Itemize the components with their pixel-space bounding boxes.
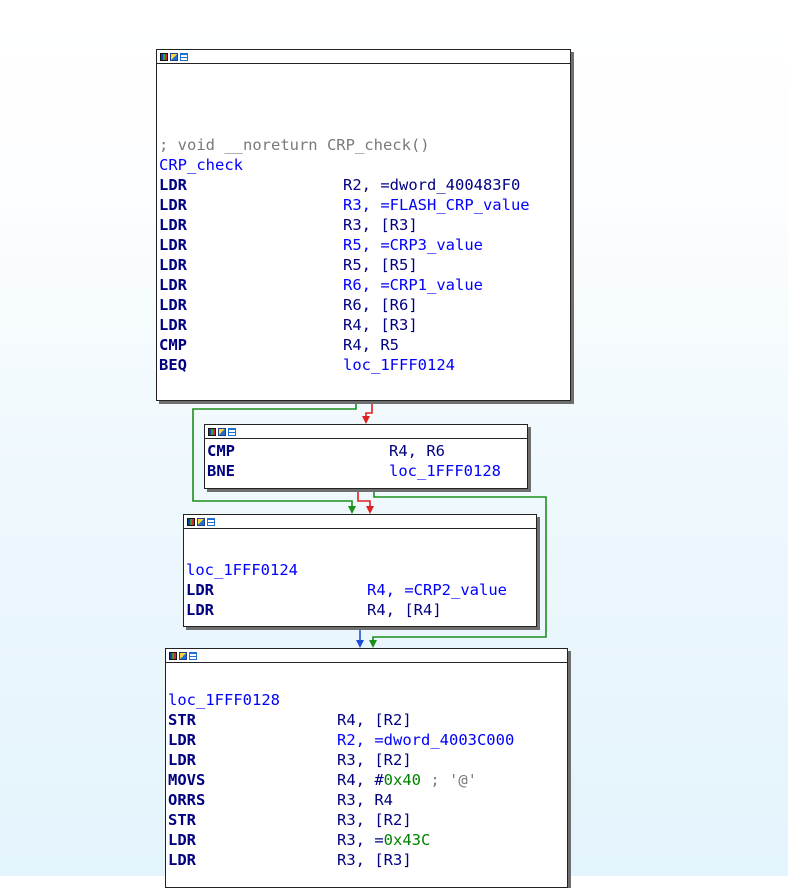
edit-icon[interactable] — [170, 52, 178, 61]
instruction-row[interactable]: STR R3, [R2] — [168, 811, 566, 830]
block-label[interactable]: loc_1FFF0128 — [168, 691, 280, 710]
grid-icon[interactable] — [228, 427, 236, 436]
edit-icon[interactable] — [179, 651, 187, 660]
instruction-row[interactable]: LDR R5, [R5] — [159, 256, 569, 275]
instruction-row[interactable]: CMP R4, R6 — [207, 442, 527, 461]
instruction-row[interactable]: LDR R4, [R4] — [186, 601, 536, 620]
instruction-row[interactable]: MOVS R4, #0x40 ; '@' — [168, 771, 566, 790]
arrow-b3-to-b4 — [356, 640, 364, 648]
edge-b1-to-b2 — [365, 400, 373, 417]
block-label[interactable]: loc_1FFF0124 — [186, 561, 298, 580]
arrow-b1-to-b2 — [362, 416, 370, 424]
instruction-row[interactable]: LDR R3, [R3] — [168, 851, 566, 870]
instruction-row[interactable]: ORRS R3, R4 — [168, 791, 566, 810]
block-titlebar[interactable] — [205, 425, 527, 439]
block-titlebar[interactable] — [184, 515, 536, 529]
grid-icon[interactable] — [189, 651, 197, 660]
edit-icon[interactable] — [197, 517, 205, 526]
instruction-row[interactable]: LDR R4, =CRP2_value — [186, 581, 536, 600]
grid-icon[interactable] — [180, 52, 188, 61]
instruction-row[interactable]: LDR R4, [R3] — [159, 316, 569, 335]
instruction-row[interactable]: LDR R2, =dword_400483F0 — [159, 176, 569, 195]
graph-icon[interactable] — [208, 427, 216, 436]
instruction-row[interactable]: LDR R3, [R3] — [159, 216, 569, 235]
graph-icon[interactable] — [187, 517, 195, 526]
function-comment: ; void __noreturn CRP_check() — [159, 136, 430, 154]
code-block-crp-check[interactable]: ; void __noreturn CRP_check() CRP_check … — [156, 49, 571, 401]
instruction-row[interactable]: BEQ loc_1FFF0124 — [159, 356, 569, 375]
instruction-row[interactable]: LDR R5, =CRP3_value — [159, 236, 569, 255]
instruction-row[interactable]: BNE loc_1FFF0128 — [207, 462, 527, 481]
instruction-row[interactable]: LDR R3, =0x43C — [168, 831, 566, 850]
code-block-loc-1fff0124[interactable]: loc_1FFF0124 LDR R4, =CRP2_value LDR R4, [… — [183, 514, 537, 627]
function-label[interactable]: CRP_check — [159, 156, 243, 175]
code-block-loc-1fff0128[interactable]: loc_1FFF0128 STR R4, [R2] LDR R2, =dword_4… — [165, 648, 568, 888]
instruction-row[interactable]: STR R4, [R2] — [168, 711, 566, 730]
arrow-b2-to-b3 — [366, 506, 374, 514]
instruction-row[interactable]: LDR R6, [R6] — [159, 296, 569, 315]
code-block-cmp-r4-r6[interactable]: CMP R4, R6 BNE loc_1FFF0128 — [204, 424, 528, 489]
grid-icon[interactable] — [207, 517, 215, 526]
block-titlebar[interactable] — [166, 649, 567, 663]
edit-icon[interactable] — [218, 427, 226, 436]
arrow-b1-to-b3 — [348, 506, 356, 514]
instruction-row[interactable]: LDR R2, =dword_4003C000 — [168, 731, 566, 750]
block-titlebar[interactable] — [157, 50, 570, 64]
instruction-row[interactable]: LDR R3, =FLASH_CRP_value — [159, 196, 569, 215]
arrow-b2-to-b4 — [369, 640, 377, 648]
graph-icon[interactable] — [160, 52, 168, 61]
instruction-row[interactable]: LDR R3, [R2] — [168, 751, 566, 770]
graph-icon[interactable] — [169, 651, 177, 660]
instruction-row[interactable]: CMP R4, R5 — [159, 336, 569, 355]
instruction-row[interactable]: LDR R6, =CRP1_value — [159, 276, 569, 295]
edge-b2-to-b3 — [357, 488, 371, 507]
